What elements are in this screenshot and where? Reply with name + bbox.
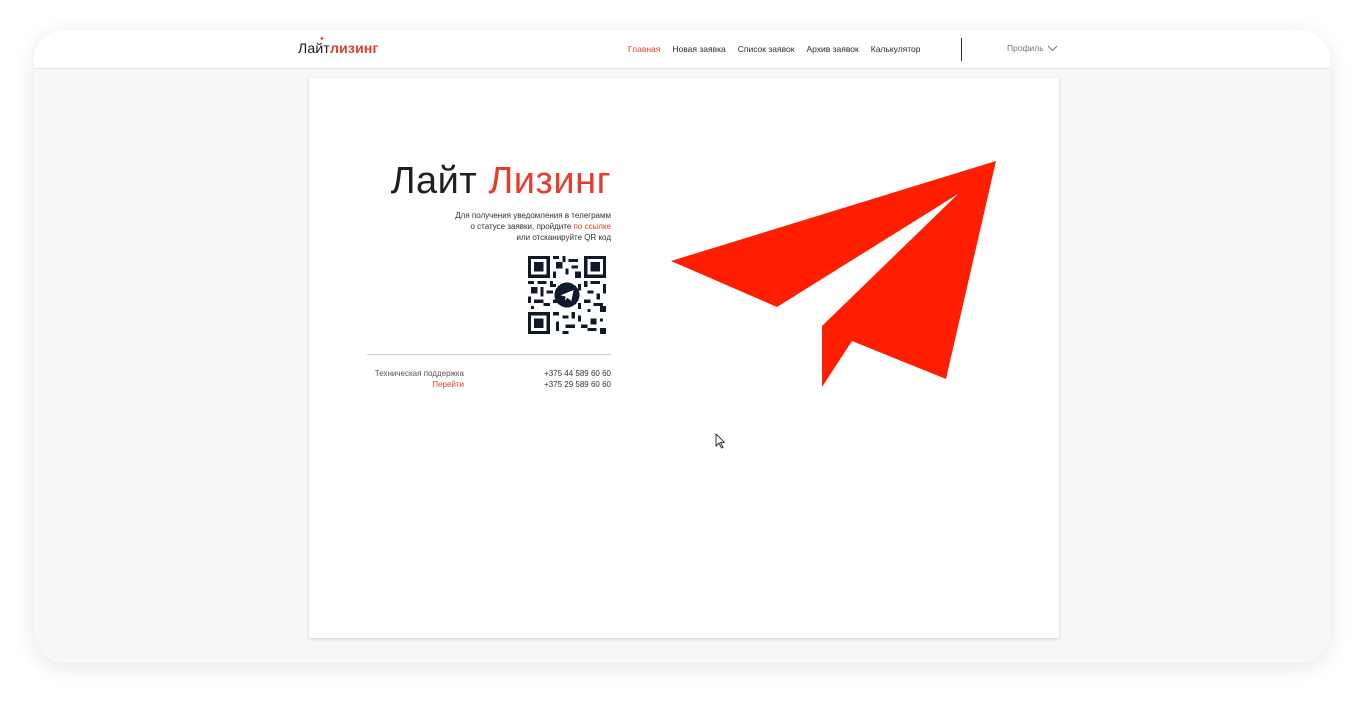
top-navbar: Лайтлизинг ✦ Главная Новая заявка Список… [34, 30, 1330, 69]
logo-text-part2: лизинг [330, 40, 379, 56]
nav-item-calculator[interactable]: Калькулятор [871, 44, 921, 54]
telegram-link[interactable]: по ссылке [574, 222, 611, 231]
profile-label: Профиль [1007, 43, 1044, 53]
chevron-down-icon [1047, 45, 1058, 51]
support-label: Техническая поддержка [374, 369, 464, 378]
page-title: Лайт Лизинг [391, 160, 611, 203]
paper-plane-icon [671, 161, 996, 387]
nav-item-application-list[interactable]: Список заявок [738, 44, 795, 54]
info-line2: о статусе заявки, пройдите по ссылке [391, 221, 611, 232]
title-part1: Лайт [390, 160, 478, 202]
phone-number-2[interactable]: +375 29 589 60 60 [544, 380, 611, 389]
logo-text-part1: Лайт [298, 40, 331, 56]
phone-number-1[interactable]: +375 44 589 60 60 [544, 369, 611, 378]
nav-item-new-application[interactable]: Новая заявка [672, 44, 725, 54]
nav-item-application-archive[interactable]: Архив заявок [806, 44, 858, 54]
info-line3: или отсканируйте QR код [516, 233, 611, 242]
nav-item-home[interactable]: Главная [628, 44, 660, 54]
info-line2-text: о статусе заявки, пройдите [470, 222, 572, 231]
divider-line [367, 354, 611, 355]
support-link[interactable]: Перейти [432, 380, 464, 389]
info-line1: Для получения уведомления в телеграмм [455, 211, 611, 220]
telegram-info: Для получения уведомления в телеграмм о … [391, 210, 611, 243]
logo-spark-icon: ✦ [319, 36, 326, 43]
profile-menu[interactable]: Профиль [1007, 43, 1058, 53]
qr-code-icon [528, 256, 606, 334]
mouse-cursor-icon [715, 433, 725, 449]
logo[interactable]: Лайтлизинг ✦ [298, 36, 379, 56]
app-window: Лайтлизинг ✦ Главная Новая заявка Список… [34, 30, 1330, 663]
main-nav: Главная Новая заявка Список заявок Архив… [628, 44, 921, 54]
main-card: Лайт Лизинг Для получения уведомления в … [309, 78, 1059, 638]
nav-divider [961, 38, 962, 61]
title-part2: Лизинг [488, 160, 611, 202]
